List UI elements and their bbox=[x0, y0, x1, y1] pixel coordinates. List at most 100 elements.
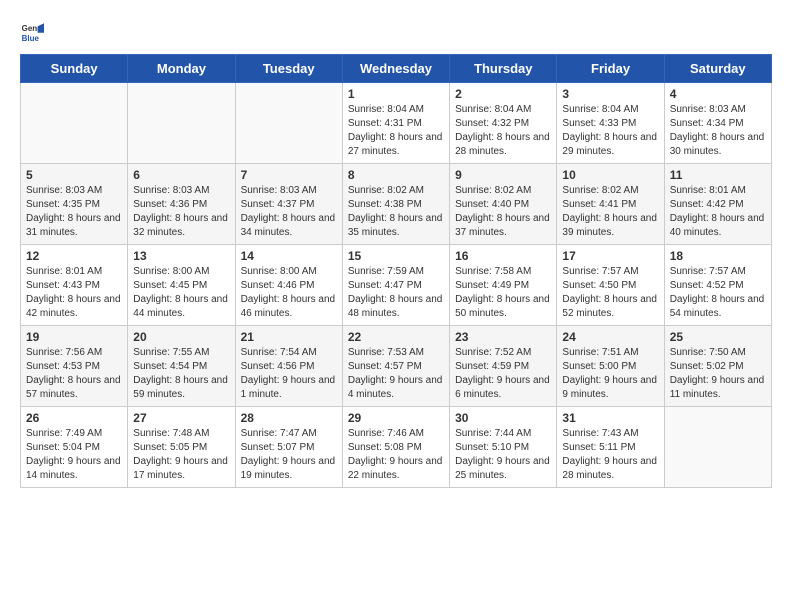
cell-date: 9 bbox=[455, 168, 551, 182]
calendar-cell: 14Sunrise: 8:00 AM Sunset: 4:46 PM Dayli… bbox=[235, 245, 342, 326]
cell-date: 3 bbox=[562, 87, 658, 101]
week-row-3: 12 Sunrise: 8:01 AM Sunset: 4:43 PM Dayli… bbox=[21, 245, 772, 326]
calendar-cell: 5 Sunrise: 8:03 AM Sunset: 4:35 PM Daylig… bbox=[21, 164, 128, 245]
cell-info: Sunrise: 7:44 AM Sunset: 5:10 PM Dayligh… bbox=[455, 427, 551, 483]
cell-info: Sunrise: 7:57 AM Sunset: 4:52 PM Dayligh… bbox=[670, 265, 766, 321]
cell-info: Sunrise: 7:55 AM Sunset: 4:54 PM Dayligh… bbox=[133, 346, 229, 402]
cell-info: Sunrise: 7:57 AM Sunset: 4:50 PM Dayligh… bbox=[562, 265, 658, 321]
cell-date: 30 bbox=[455, 411, 551, 425]
day-header-tuesday: Tuesday bbox=[235, 55, 342, 83]
calendar-cell: 20 Sunrise: 7:55 AM Sunset: 4:54 PM Dayli… bbox=[128, 326, 235, 407]
week-row-2: 5 Sunrise: 8:03 AM Sunset: 4:35 PM Daylig… bbox=[21, 164, 772, 245]
cell-info: Sunrise: 7:48 AM Sunset: 5:05 PM Dayligh… bbox=[133, 427, 229, 483]
svg-text:Blue: Blue bbox=[22, 34, 40, 43]
calendar-cell: 18 Sunrise: 7:57 AM Sunset: 4:52 PM Dayli… bbox=[664, 245, 771, 326]
cell-date: 23 bbox=[455, 330, 551, 344]
calendar-body: 1Sunrise: 8:04 AM Sunset: 4:31 PM Daylig… bbox=[21, 83, 772, 488]
calendar-cell: 21 Sunrise: 7:54 AM Sunset: 4:56 PM Dayli… bbox=[235, 326, 342, 407]
day-headers-row: SundayMondayTuesdayWednesdayThursdayFrid… bbox=[21, 55, 772, 83]
calendar-cell: 10 Sunrise: 8:02 AM Sunset: 4:41 PM Dayli… bbox=[557, 164, 664, 245]
cell-date: 4 bbox=[670, 87, 766, 101]
cell-date: 15 bbox=[348, 249, 444, 263]
calendar-cell: 31Sunrise: 7:43 AM Sunset: 5:11 PM Dayli… bbox=[557, 407, 664, 488]
calendar-cell: 23 Sunrise: 7:52 AM Sunset: 4:59 PM Dayli… bbox=[450, 326, 557, 407]
cell-info: Sunrise: 7:47 AM Sunset: 5:07 PM Dayligh… bbox=[241, 427, 337, 483]
calendar-cell: 11Sunrise: 8:01 AM Sunset: 4:42 PM Dayli… bbox=[664, 164, 771, 245]
cell-info: Sunrise: 7:51 AM Sunset: 5:00 PM Dayligh… bbox=[562, 346, 658, 402]
cell-date: 26 bbox=[26, 411, 122, 425]
cell-date: 31 bbox=[562, 411, 658, 425]
cell-info: Sunrise: 7:46 AM Sunset: 5:08 PM Dayligh… bbox=[348, 427, 444, 483]
calendar-cell: 13Sunrise: 8:00 AM Sunset: 4:45 PM Dayli… bbox=[128, 245, 235, 326]
cell-date: 18 bbox=[670, 249, 766, 263]
cell-info: Sunrise: 8:02 AM Sunset: 4:40 PM Dayligh… bbox=[455, 184, 551, 240]
cell-date: 24 bbox=[562, 330, 658, 344]
calendar-cell: 19Sunrise: 7:56 AM Sunset: 4:53 PM Dayli… bbox=[21, 326, 128, 407]
calendar-header: SundayMondayTuesdayWednesdayThursdayFrid… bbox=[21, 55, 772, 83]
calendar-cell: 22 Sunrise: 7:53 AM Sunset: 4:57 PM Dayli… bbox=[342, 326, 449, 407]
calendar-cell: 29 Sunrise: 7:46 AM Sunset: 5:08 PM Dayli… bbox=[342, 407, 449, 488]
cell-info: Sunrise: 7:50 AM Sunset: 5:02 PM Dayligh… bbox=[670, 346, 766, 402]
cell-date: 22 bbox=[348, 330, 444, 344]
cell-info: Sunrise: 8:04 AM Sunset: 4:33 PM Dayligh… bbox=[562, 103, 658, 159]
cell-date: 1 bbox=[348, 87, 444, 101]
week-row-5: 26 Sunrise: 7:49 AM Sunset: 5:04 PM Dayli… bbox=[21, 407, 772, 488]
cell-date: 2 bbox=[455, 87, 551, 101]
cell-info: Sunrise: 7:49 AM Sunset: 5:04 PM Dayligh… bbox=[26, 427, 122, 483]
cell-date: 29 bbox=[348, 411, 444, 425]
calendar-cell: 27 Sunrise: 7:48 AM Sunset: 5:05 PM Dayli… bbox=[128, 407, 235, 488]
calendar-cell: 25 Sunrise: 7:50 AM Sunset: 5:02 PM Dayli… bbox=[664, 326, 771, 407]
cell-info: Sunrise: 7:54 AM Sunset: 4:56 PM Dayligh… bbox=[241, 346, 337, 402]
header: General Blue bbox=[20, 20, 772, 44]
cell-date: 10 bbox=[562, 168, 658, 182]
cell-date: 27 bbox=[133, 411, 229, 425]
cell-info: Sunrise: 7:59 AM Sunset: 4:47 PM Dayligh… bbox=[348, 265, 444, 321]
calendar-cell: 30 Sunrise: 7:44 AM Sunset: 5:10 PM Dayli… bbox=[450, 407, 557, 488]
calendar-cell: 2 Sunrise: 8:04 AM Sunset: 4:32 PM Daylig… bbox=[450, 83, 557, 164]
calendar-cell: 15 Sunrise: 7:59 AM Sunset: 4:47 PM Dayli… bbox=[342, 245, 449, 326]
cell-date: 21 bbox=[241, 330, 337, 344]
cell-date: 7 bbox=[241, 168, 337, 182]
day-header-saturday: Saturday bbox=[664, 55, 771, 83]
calendar-cell bbox=[235, 83, 342, 164]
calendar-cell: 24 Sunrise: 7:51 AM Sunset: 5:00 PM Dayli… bbox=[557, 326, 664, 407]
cell-info: Sunrise: 7:53 AM Sunset: 4:57 PM Dayligh… bbox=[348, 346, 444, 402]
week-row-1: 1Sunrise: 8:04 AM Sunset: 4:31 PM Daylig… bbox=[21, 83, 772, 164]
cell-date: 16 bbox=[455, 249, 551, 263]
day-header-friday: Friday bbox=[557, 55, 664, 83]
cell-info: Sunrise: 8:03 AM Sunset: 4:36 PM Dayligh… bbox=[133, 184, 229, 240]
cell-info: Sunrise: 8:03 AM Sunset: 4:34 PM Dayligh… bbox=[670, 103, 766, 159]
calendar-cell: 12 Sunrise: 8:01 AM Sunset: 4:43 PM Dayli… bbox=[21, 245, 128, 326]
cell-info: Sunrise: 8:02 AM Sunset: 4:41 PM Dayligh… bbox=[562, 184, 658, 240]
calendar-cell: 6Sunrise: 8:03 AM Sunset: 4:36 PM Daylig… bbox=[128, 164, 235, 245]
cell-date: 20 bbox=[133, 330, 229, 344]
calendar-cell bbox=[21, 83, 128, 164]
cell-date: 13 bbox=[133, 249, 229, 263]
day-header-thursday: Thursday bbox=[450, 55, 557, 83]
calendar-cell bbox=[664, 407, 771, 488]
day-header-sunday: Sunday bbox=[21, 55, 128, 83]
cell-info: Sunrise: 8:03 AM Sunset: 4:37 PM Dayligh… bbox=[241, 184, 337, 240]
cell-info: Sunrise: 7:58 AM Sunset: 4:49 PM Dayligh… bbox=[455, 265, 551, 321]
logo: General Blue bbox=[20, 20, 48, 44]
cell-date: 28 bbox=[241, 411, 337, 425]
calendar-cell: 1Sunrise: 8:04 AM Sunset: 4:31 PM Daylig… bbox=[342, 83, 449, 164]
calendar-cell: 28 Sunrise: 7:47 AM Sunset: 5:07 PM Dayli… bbox=[235, 407, 342, 488]
cell-date: 5 bbox=[26, 168, 122, 182]
calendar-cell: 9 Sunrise: 8:02 AM Sunset: 4:40 PM Daylig… bbox=[450, 164, 557, 245]
calendar-cell: 3 Sunrise: 8:04 AM Sunset: 4:33 PM Daylig… bbox=[557, 83, 664, 164]
week-row-4: 19Sunrise: 7:56 AM Sunset: 4:53 PM Dayli… bbox=[21, 326, 772, 407]
cell-date: 17 bbox=[562, 249, 658, 263]
cell-date: 12 bbox=[26, 249, 122, 263]
cell-date: 8 bbox=[348, 168, 444, 182]
cell-info: Sunrise: 7:52 AM Sunset: 4:59 PM Dayligh… bbox=[455, 346, 551, 402]
calendar-cell bbox=[128, 83, 235, 164]
generalblue-icon: General Blue bbox=[20, 20, 44, 44]
cell-info: Sunrise: 8:04 AM Sunset: 4:32 PM Dayligh… bbox=[455, 103, 551, 159]
cell-date: 11 bbox=[670, 168, 766, 182]
cell-info: Sunrise: 8:00 AM Sunset: 4:46 PM Dayligh… bbox=[241, 265, 337, 321]
cell-date: 25 bbox=[670, 330, 766, 344]
calendar-table: SundayMondayTuesdayWednesdayThursdayFrid… bbox=[20, 54, 772, 488]
cell-info: Sunrise: 8:01 AM Sunset: 4:43 PM Dayligh… bbox=[26, 265, 122, 321]
cell-info: Sunrise: 8:03 AM Sunset: 4:35 PM Dayligh… bbox=[26, 184, 122, 240]
